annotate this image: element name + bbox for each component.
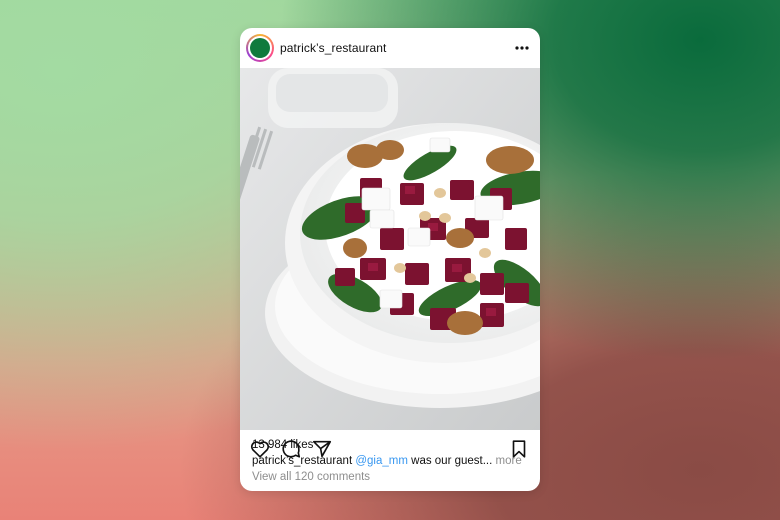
avatar-image bbox=[250, 38, 270, 58]
post-photo[interactable] bbox=[240, 68, 540, 430]
avatar-ring bbox=[248, 36, 272, 60]
caption-mention[interactable]: @gia_mm bbox=[355, 455, 408, 467]
post-caption: patrick’s_restaurant @gia_mm was our gue… bbox=[252, 455, 522, 467]
view-comments-link[interactable]: View all 120 comments bbox=[252, 471, 370, 483]
caption-username[interactable]: patrick’s_restaurant bbox=[252, 455, 352, 467]
likes-count[interactable]: 13 984 likes bbox=[252, 439, 313, 451]
more-horizontal-icon[interactable] bbox=[514, 38, 530, 58]
caption-text: was our guest... bbox=[411, 455, 493, 467]
post-username[interactable]: patrick’s_restaurant bbox=[280, 41, 387, 55]
avatar[interactable] bbox=[246, 34, 274, 62]
more-link[interactable]: more bbox=[496, 455, 522, 467]
instagram-post-card: patrick’s_restaurant 13 984 likes patric… bbox=[240, 28, 540, 491]
post-header: patrick’s_restaurant bbox=[240, 28, 540, 68]
